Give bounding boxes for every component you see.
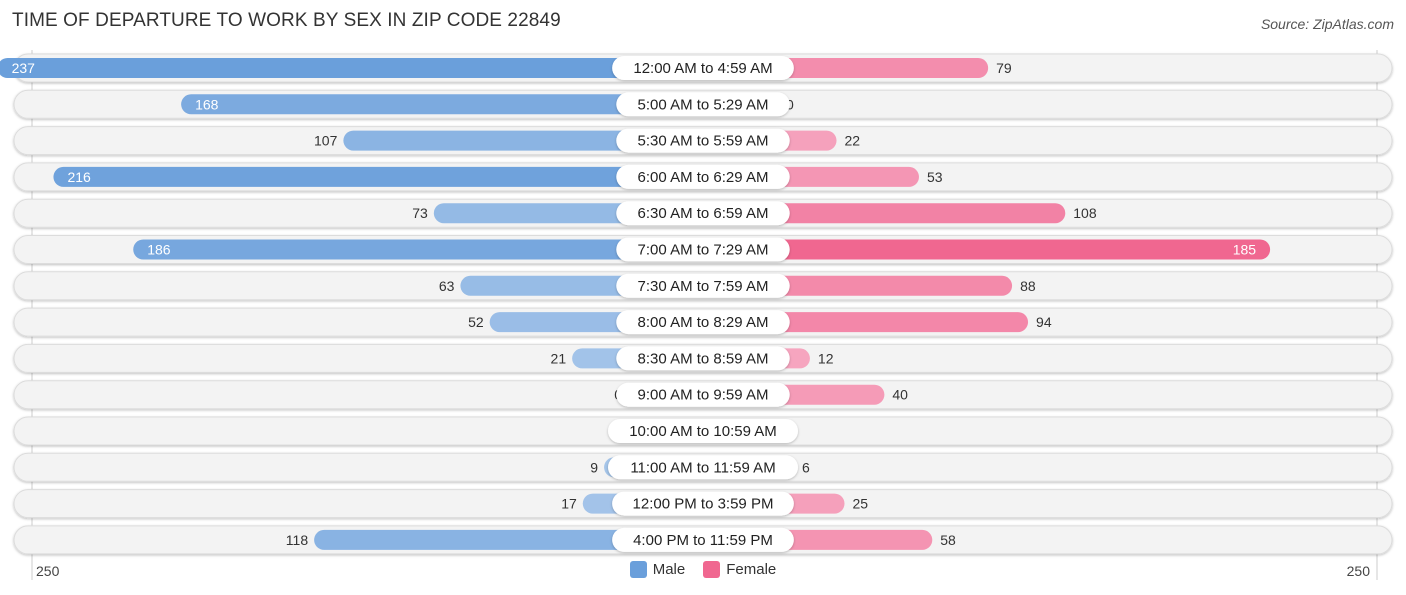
value-label-female: 88: [1020, 278, 1036, 294]
bar-row: 186 185 7:00 AM to 7:29 AM: [13, 235, 1393, 264]
legend: Male Female: [0, 561, 1406, 578]
bar-row: 63 88 7:30 AM to 7:59 AM: [13, 271, 1393, 301]
category-label: 6:00 AM to 6:29 AM: [638, 169, 769, 186]
category-label: 8:30 AM to 8:59 AM: [638, 350, 769, 367]
value-label-female: 94: [1036, 314, 1052, 330]
legend-swatch-male: [629, 561, 647, 578]
category-label: 5:00 AM to 5:29 AM: [638, 96, 769, 113]
bar-row: 118 58 4:00 PM to 11:59 PM: [13, 525, 1393, 555]
value-label-male: 9: [590, 459, 598, 475]
value-label-female: 53: [927, 169, 943, 185]
category-label: 6:30 AM to 6:59 AM: [638, 205, 769, 222]
category-label: 8:00 AM to 8:29 AM: [638, 314, 769, 331]
value-label-male: 52: [468, 314, 484, 330]
bar-row: 168 05:00 AM to 5:29 AM: [13, 89, 1393, 119]
bar-row: 73 108 6:30 AM to 6:59 AM: [13, 198, 1393, 228]
bar-male[interactable]: [0, 58, 703, 78]
category-label: 7:00 AM to 7:29 AM: [638, 242, 769, 259]
value-label-male: 63: [439, 278, 455, 294]
value-label-male: 216: [67, 169, 91, 185]
legend-item-female[interactable]: Female: [703, 561, 776, 578]
category-label: 9:00 AM to 9:59 AM: [638, 387, 769, 404]
category-label: 5:30 AM to 5:59 AM: [638, 133, 769, 150]
bar-row: 0409:00 AM to 9:59 AM: [13, 380, 1393, 410]
category-label: 11:00 AM to 11:59 AM: [630, 459, 775, 476]
category-label: 10:00 AM to 10:59 AM: [629, 423, 777, 440]
legend-swatch-female: [703, 561, 721, 578]
bar-male[interactable]: [53, 166, 703, 187]
bar-row: 237 79 12:00 AM to 4:59 AM: [0, 53, 1393, 83]
value-label-female: 58: [940, 532, 956, 548]
chart-svg: 237 79 12:00 AM to 4:59 AM 168 05:00 AM to 5…: [0, 50, 1393, 580]
bar-row: 216 53 6:00 AM to 6:29 AM: [13, 162, 1393, 192]
value-label-male: 168: [195, 96, 219, 112]
bar-row: 17 25 12:00 PM to 3:59 PM: [13, 489, 1393, 519]
value-label-female: 108: [1073, 205, 1097, 221]
bar-row: 107 22 5:30 AM to 5:59 AM: [13, 126, 1393, 156]
value-label-female: 185: [1233, 242, 1257, 258]
bar-row: 21 12 8:30 AM to 8:59 AM: [13, 343, 1393, 373]
value-label-female: 6: [802, 459, 810, 475]
category-label: 4:00 PM to 11:59 PM: [633, 532, 773, 549]
category-label: 12:00 AM to 4:59 AM: [633, 60, 772, 77]
value-label-female: 40: [892, 387, 908, 403]
bar-row: 9 6 11:00 AM to 11:59 AM: [13, 452, 1393, 482]
value-label-male: 186: [147, 242, 171, 258]
legend-item-male[interactable]: Male: [629, 561, 686, 578]
bar-row: 0010:00 AM to 10:59 AM: [13, 416, 1393, 446]
value-label-female: 79: [996, 60, 1012, 76]
value-label-male: 107: [314, 133, 338, 149]
value-label-female: 12: [818, 350, 834, 366]
category-label: 7:30 AM to 7:59 AM: [638, 278, 769, 295]
value-label-male: 118: [286, 532, 309, 548]
value-label-female: 22: [845, 133, 861, 149]
category-label: 12:00 PM to 3:59 PM: [633, 496, 774, 513]
legend-label-male: Male: [652, 561, 686, 578]
bar-row: 52 94 8:00 AM to 8:29 AM: [13, 307, 1393, 337]
value-label-male: 17: [561, 496, 577, 512]
legend-label-female: Female: [726, 561, 777, 578]
value-label-male: 237: [12, 60, 36, 76]
value-label-male: 21: [551, 350, 567, 366]
value-label-male: 73: [412, 205, 428, 221]
value-label-female: 25: [853, 496, 869, 512]
